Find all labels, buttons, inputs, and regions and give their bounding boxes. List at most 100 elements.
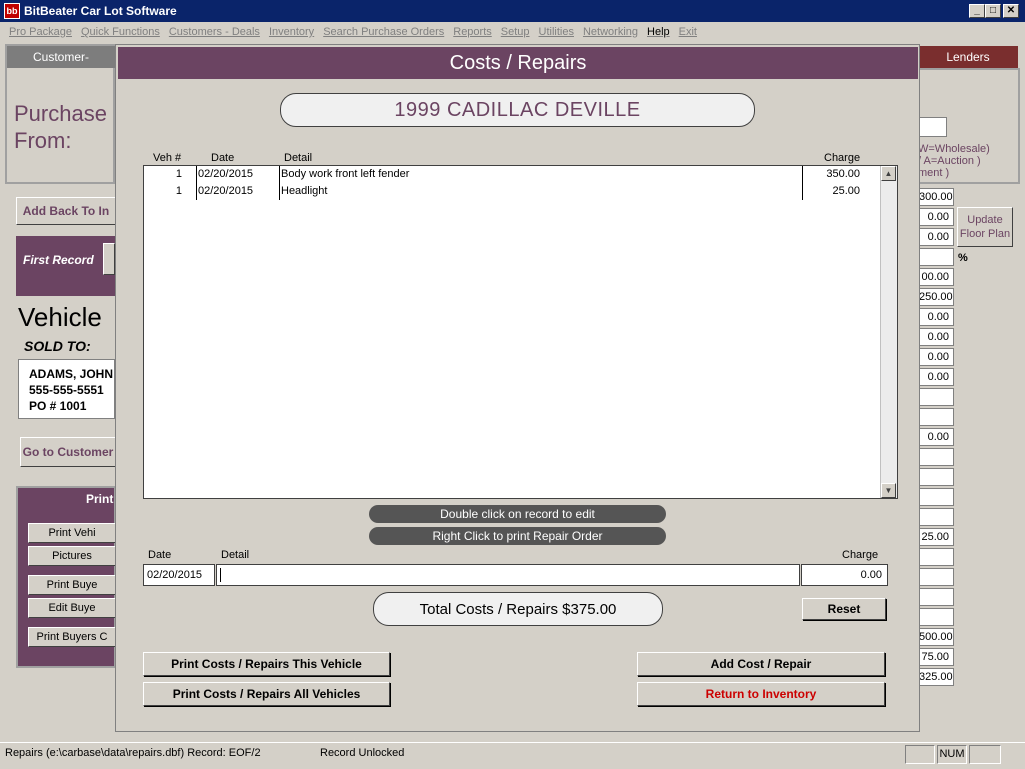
bg-amount-field[interactable]: 500.00 [918,628,954,646]
add-back-button[interactable]: Add Back To In [16,197,116,225]
status-box-3 [969,745,1001,764]
entry-detail-input[interactable] [216,564,800,586]
menu-setup[interactable]: Setup [501,26,530,38]
table-row[interactable]: 1 02/20/2015 Headlight 25.00 [144,183,880,200]
bg-amount-field[interactable] [918,548,954,566]
bg-amount-field[interactable] [918,408,954,426]
print-buyer-button[interactable]: Print Buye [28,575,116,595]
bg-lender-field[interactable] [918,117,947,137]
bb-logo-icon: bb [4,3,20,19]
bg-amount-field[interactable]: 0.00 [918,228,954,246]
menu-help[interactable]: Help [647,26,670,38]
maximize-button[interactable]: □ [985,4,1001,18]
title-bar: bb BitBeater Car Lot Software _ □ ✕ [0,0,1025,22]
bg-amount-field[interactable]: 0.00 [918,348,954,366]
cell-veh: 1 [175,185,182,197]
vehicle-heading: Vehicle [18,302,102,332]
wholesale-note: W=Wholesale) [918,143,990,155]
bg-amount-field[interactable] [918,588,954,606]
bg-amount-field[interactable] [918,608,954,626]
bg-amount-field[interactable]: 0.00 [918,428,954,446]
add-cost-repair-button[interactable]: Add Cost / Repair [637,652,885,676]
bg-amount-field[interactable] [918,568,954,586]
percent-label: % [958,252,968,264]
cell-veh: 1 [175,168,182,180]
reset-button[interactable]: Reset [802,598,886,620]
record-nav-button[interactable] [103,243,115,275]
grid-scrollbar[interactable]: ▲ ▼ [880,166,897,498]
menu-exit[interactable]: Exit [679,26,697,38]
scroll-down-icon[interactable]: ▼ [881,483,896,498]
return-to-inventory-button[interactable]: Return to Inventory [637,682,885,706]
print-vehicle-button[interactable]: Print Vehi [28,523,116,543]
menu-networking[interactable]: Networking [583,26,638,38]
entry-date-input[interactable]: 02/20/2015 [143,564,215,586]
menu-bar: Pro Package Quick Functions Customers - De… [0,22,1025,42]
minimize-button[interactable]: _ [969,4,985,18]
go-to-customer-button[interactable]: Go to Customer [20,437,116,467]
repairs-grid[interactable]: 1 02/20/2015 Body work front left fender 35… [143,165,898,499]
buyer-phone: 555-555-5551 [29,383,104,397]
close-button[interactable]: ✕ [1003,4,1019,18]
bg-amount-field[interactable] [918,468,954,486]
edit-buyer-button[interactable]: Edit Buye [28,598,116,618]
print-this-vehicle-button[interactable]: Print Costs / Repairs This Vehicle [143,652,390,676]
auction-note: / A=Auction ) [918,155,981,167]
bg-amount-field[interactable] [918,488,954,506]
tab-customer[interactable]: Customer- [7,46,115,68]
bg-amount-field[interactable] [918,448,954,466]
col-header-date: Date [211,152,235,164]
cell-charge: 25.00 [832,185,860,197]
menu-reports[interactable]: Reports [453,26,492,38]
bg-amount-field[interactable]: 325.00 [918,668,954,686]
tab-lenders[interactable]: Lenders [918,46,1018,68]
menu-quick-functions[interactable]: Quick Functions [81,26,160,38]
status-box-1 [905,745,935,764]
buyer-box: ADAMS, JOHN 555-555-5551 PO # 1001 [18,359,115,419]
update-floor-plan-button[interactable]: Update Floor Plan [957,207,1013,247]
col-header-detail: Detail [284,152,313,164]
scroll-up-icon[interactable]: ▲ [881,166,896,181]
entry-charge-input[interactable]: 0.00 [801,564,888,586]
entry-detail-label: Detail [221,549,250,561]
status-bar: Repairs (e:\carbase\data\repairs.dbf) Re… [0,742,1025,769]
purchased-from-label: Purchase From: [14,101,107,153]
status-lock: Record Unlocked [320,747,405,759]
print-header: Print [86,492,114,506]
table-row[interactable]: 1 02/20/2015 Body work front left fender 35… [144,166,880,183]
bg-amount-field[interactable]: 75.00 [918,648,954,666]
hint-print: Right Click to print Repair Order [369,527,666,545]
cell-date: 02/20/2015 [198,185,254,197]
status-file: Repairs (e:\carbase\data\repairs.dbf) Re… [5,747,261,759]
bg-amount-field[interactable]: 300.00 [918,188,954,206]
bg-amount-field[interactable] [918,508,954,526]
cell-date: 02/20/2015 [198,168,254,180]
bg-amount-field[interactable]: 0.00 [918,328,954,346]
buyer-po: PO # 1001 [29,399,87,413]
text-caret [220,568,221,583]
bg-amount-field[interactable]: 0.00 [918,368,954,386]
menu-pro-package[interactable]: Pro Package [9,26,72,38]
pictures-button[interactable]: Pictures [28,546,116,566]
print-buyers-c-button[interactable]: Print Buyers C [28,627,116,647]
sold-to-label: SOLD TO: [24,338,91,354]
bg-amount-field[interactable]: 00.00 [918,268,954,286]
costs-repairs-dialog: Costs / Repairs 1999 CADILLAC DEVILLE Ve… [115,44,920,732]
bg-amount-field[interactable]: 250.00 [918,288,954,306]
bg-amount-field[interactable] [918,248,954,266]
menu-inventory[interactable]: Inventory [269,26,314,38]
print-all-vehicles-button[interactable]: Print Costs / Repairs All Vehicles [143,682,390,706]
buyer-name: ADAMS, JOHN [29,367,114,381]
total-costs: Total Costs / Repairs $375.00 [419,600,617,618]
vehicle-title-pill: 1999 CADILLAC DEVILLE [280,93,755,127]
col-header-veh: Veh # [153,152,182,164]
bg-amount-field[interactable]: 0.00 [918,308,954,326]
entry-date-label: Date [148,549,172,561]
bg-amount-field[interactable]: 25.00 [918,528,954,546]
menu-search-purchase-orders[interactable]: Search Purchase Orders [323,26,444,38]
menu-utilities[interactable]: Utilities [539,26,574,38]
menu-customers-deals[interactable]: Customers - Deals [169,26,260,38]
cell-detail: Body work front left fender [281,168,410,180]
bg-amount-field[interactable]: 0.00 [918,208,954,226]
bg-amount-field[interactable] [918,388,954,406]
